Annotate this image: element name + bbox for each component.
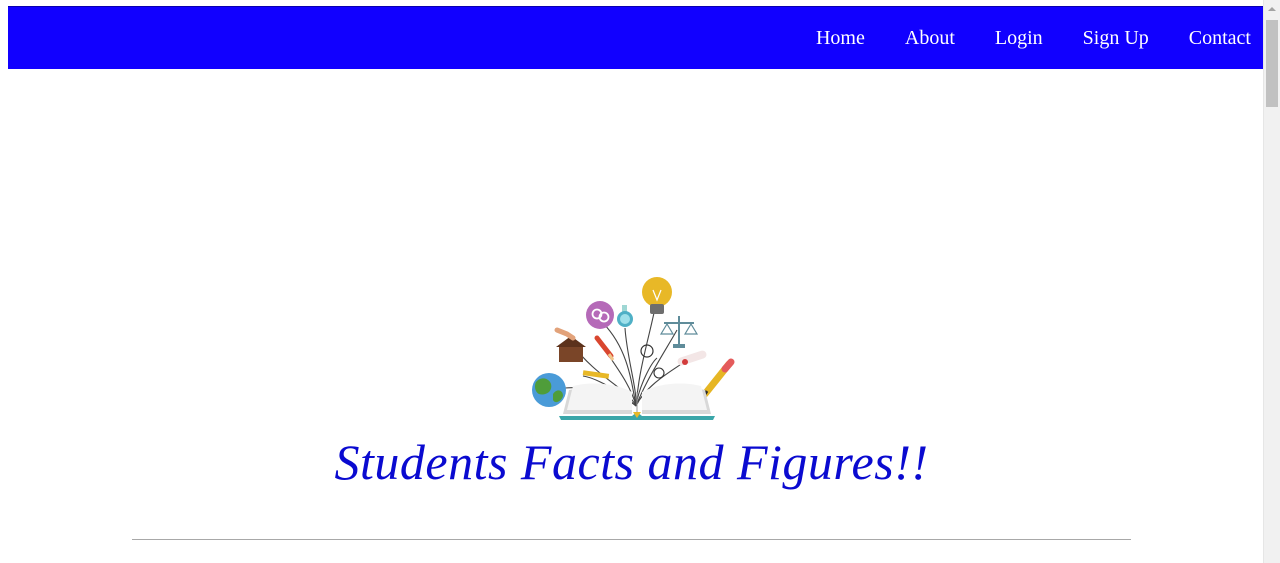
page-viewport: Home About Login Sign Up Contact Student… (0, 0, 1280, 563)
navbar: Home About Login Sign Up Contact (8, 6, 1263, 69)
nav-link-about[interactable]: About (905, 28, 955, 48)
nav-link-sign-up[interactable]: Sign Up (1083, 28, 1149, 48)
scroll-up-arrow-icon[interactable] (1268, 7, 1276, 11)
scroll-thumb[interactable] (1266, 20, 1278, 107)
nav-link-contact[interactable]: Contact (1189, 28, 1251, 48)
nav-link-login[interactable]: Login (995, 28, 1043, 48)
section-divider (132, 539, 1131, 540)
vertical-scrollbar[interactable] (1263, 0, 1280, 563)
page-title: Students Facts and Figures!! (334, 434, 929, 490)
nav-link-home[interactable]: Home (816, 28, 865, 48)
top-strip (0, 0, 1263, 5)
open-book-education-icon (532, 277, 735, 420)
